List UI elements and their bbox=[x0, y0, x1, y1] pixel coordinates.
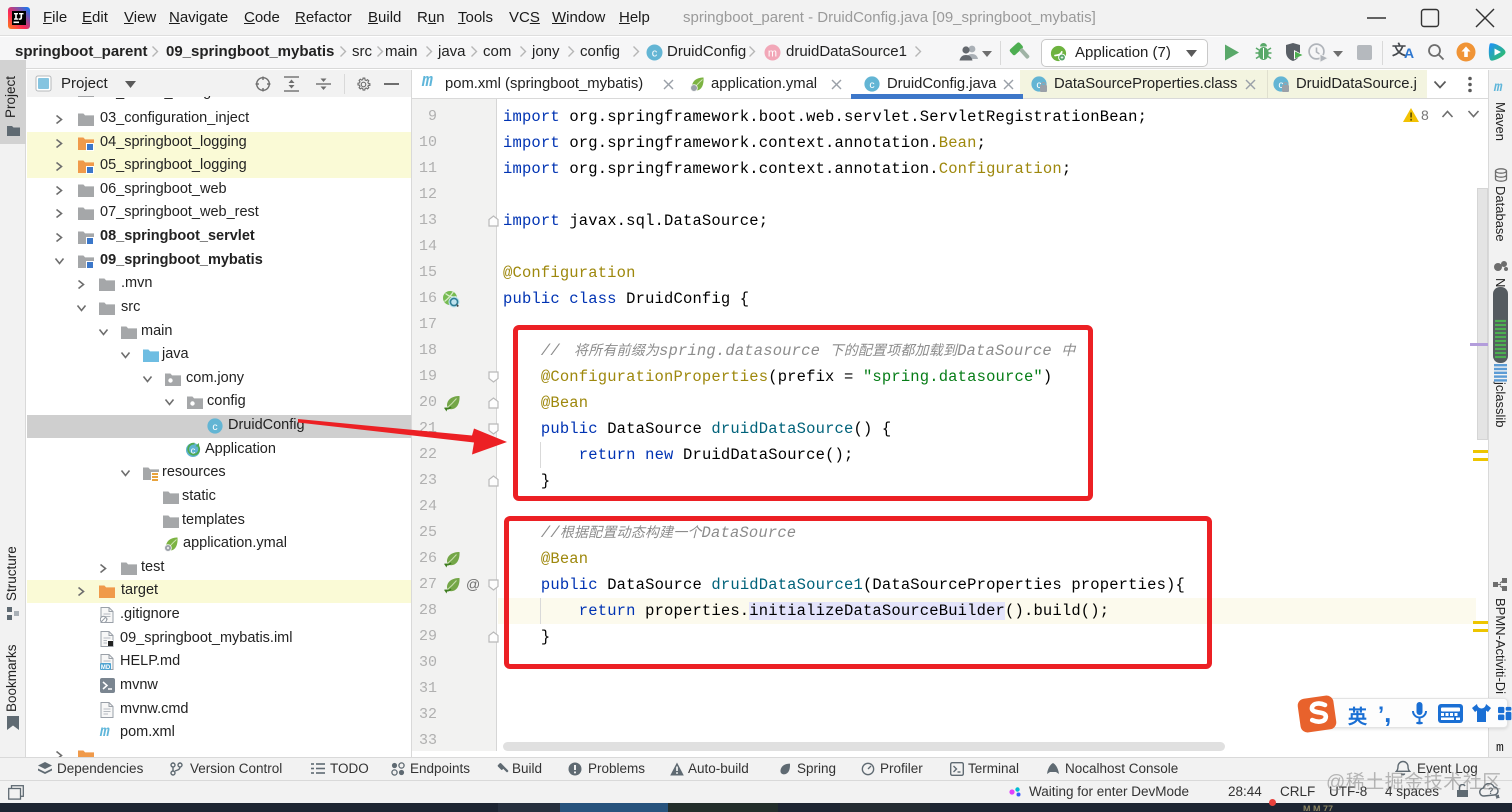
svg-text:c: c bbox=[652, 48, 658, 60]
svg-text:c: c bbox=[212, 421, 217, 433]
svg-text:c: c bbox=[869, 79, 874, 91]
svg-text:MD: MD bbox=[101, 665, 111, 670]
svg-text:m: m bbox=[768, 48, 777, 60]
